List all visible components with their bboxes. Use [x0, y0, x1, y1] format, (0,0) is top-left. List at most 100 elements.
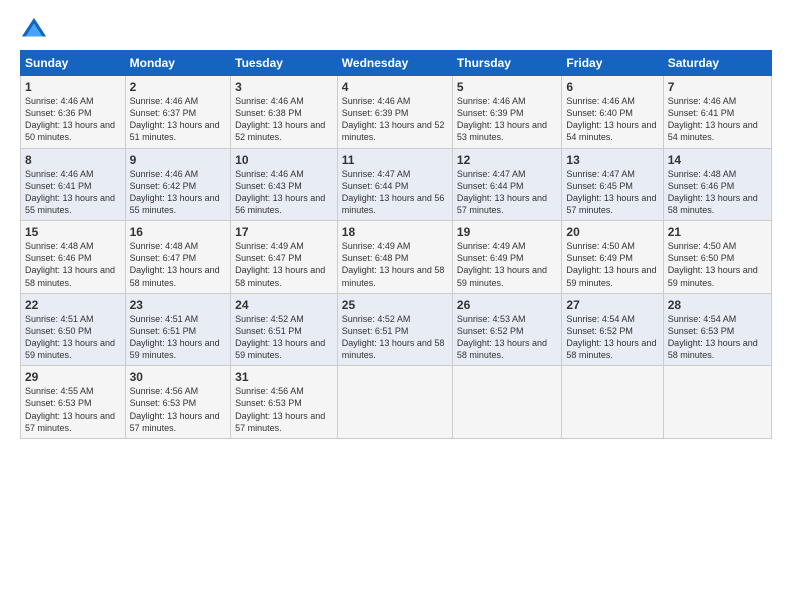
calendar-cell: 19Sunrise: 4:49 AM Sunset: 6:49 PM Dayli… [452, 221, 561, 294]
logo-icon [20, 16, 48, 44]
calendar-week-row: 29Sunrise: 4:55 AM Sunset: 6:53 PM Dayli… [21, 366, 772, 439]
day-detail: Sunrise: 4:53 AM Sunset: 6:52 PM Dayligh… [457, 313, 557, 362]
day-detail: Sunrise: 4:46 AM Sunset: 6:42 PM Dayligh… [130, 168, 227, 217]
calendar-cell [337, 366, 452, 439]
header-wednesday: Wednesday [337, 51, 452, 76]
calendar-cell: 3Sunrise: 4:46 AM Sunset: 6:38 PM Daylig… [231, 76, 338, 149]
header-saturday: Saturday [663, 51, 771, 76]
day-detail: Sunrise: 4:46 AM Sunset: 6:41 PM Dayligh… [25, 168, 121, 217]
calendar-cell: 22Sunrise: 4:51 AM Sunset: 6:50 PM Dayli… [21, 293, 126, 366]
day-detail: Sunrise: 4:46 AM Sunset: 6:36 PM Dayligh… [25, 95, 121, 144]
day-number: 17 [235, 225, 333, 239]
day-detail: Sunrise: 4:48 AM Sunset: 6:46 PM Dayligh… [668, 168, 767, 217]
header [20, 16, 772, 44]
page: SundayMondayTuesdayWednesdayThursdayFrid… [0, 0, 792, 612]
day-number: 27 [566, 298, 658, 312]
calendar-cell: 26Sunrise: 4:53 AM Sunset: 6:52 PM Dayli… [452, 293, 561, 366]
header-friday: Friday [562, 51, 663, 76]
day-detail: Sunrise: 4:46 AM Sunset: 6:37 PM Dayligh… [130, 95, 227, 144]
day-number: 5 [457, 80, 557, 94]
calendar-cell: 14Sunrise: 4:48 AM Sunset: 6:46 PM Dayli… [663, 148, 771, 221]
day-detail: Sunrise: 4:52 AM Sunset: 6:51 PM Dayligh… [342, 313, 448, 362]
day-number: 21 [668, 225, 767, 239]
header-monday: Monday [125, 51, 231, 76]
calendar-cell: 12Sunrise: 4:47 AM Sunset: 6:44 PM Dayli… [452, 148, 561, 221]
calendar-cell: 5Sunrise: 4:46 AM Sunset: 6:39 PM Daylig… [452, 76, 561, 149]
day-detail: Sunrise: 4:46 AM Sunset: 6:39 PM Dayligh… [457, 95, 557, 144]
calendar-cell: 30Sunrise: 4:56 AM Sunset: 6:53 PM Dayli… [125, 366, 231, 439]
calendar-cell: 17Sunrise: 4:49 AM Sunset: 6:47 PM Dayli… [231, 221, 338, 294]
day-number: 6 [566, 80, 658, 94]
day-detail: Sunrise: 4:46 AM Sunset: 6:40 PM Dayligh… [566, 95, 658, 144]
day-number: 25 [342, 298, 448, 312]
header-sunday: Sunday [21, 51, 126, 76]
day-number: 15 [25, 225, 121, 239]
calendar-cell: 20Sunrise: 4:50 AM Sunset: 6:49 PM Dayli… [562, 221, 663, 294]
day-number: 29 [25, 370, 121, 384]
day-detail: Sunrise: 4:47 AM Sunset: 6:44 PM Dayligh… [342, 168, 448, 217]
day-detail: Sunrise: 4:52 AM Sunset: 6:51 PM Dayligh… [235, 313, 333, 362]
day-number: 4 [342, 80, 448, 94]
calendar-table: SundayMondayTuesdayWednesdayThursdayFrid… [20, 50, 772, 439]
calendar-week-row: 22Sunrise: 4:51 AM Sunset: 6:50 PM Dayli… [21, 293, 772, 366]
day-detail: Sunrise: 4:46 AM Sunset: 6:39 PM Dayligh… [342, 95, 448, 144]
day-number: 8 [25, 153, 121, 167]
day-detail: Sunrise: 4:55 AM Sunset: 6:53 PM Dayligh… [25, 385, 121, 434]
calendar-cell: 24Sunrise: 4:52 AM Sunset: 6:51 PM Dayli… [231, 293, 338, 366]
day-number: 10 [235, 153, 333, 167]
calendar-week-row: 1Sunrise: 4:46 AM Sunset: 6:36 PM Daylig… [21, 76, 772, 149]
calendar-cell: 21Sunrise: 4:50 AM Sunset: 6:50 PM Dayli… [663, 221, 771, 294]
day-detail: Sunrise: 4:50 AM Sunset: 6:50 PM Dayligh… [668, 240, 767, 289]
calendar-cell [562, 366, 663, 439]
calendar-cell: 15Sunrise: 4:48 AM Sunset: 6:46 PM Dayli… [21, 221, 126, 294]
day-number: 9 [130, 153, 227, 167]
calendar-cell: 13Sunrise: 4:47 AM Sunset: 6:45 PM Dayli… [562, 148, 663, 221]
day-number: 31 [235, 370, 333, 384]
day-detail: Sunrise: 4:51 AM Sunset: 6:51 PM Dayligh… [130, 313, 227, 362]
day-number: 2 [130, 80, 227, 94]
day-detail: Sunrise: 4:50 AM Sunset: 6:49 PM Dayligh… [566, 240, 658, 289]
calendar-cell: 6Sunrise: 4:46 AM Sunset: 6:40 PM Daylig… [562, 76, 663, 149]
day-number: 18 [342, 225, 448, 239]
day-detail: Sunrise: 4:54 AM Sunset: 6:53 PM Dayligh… [668, 313, 767, 362]
day-detail: Sunrise: 4:46 AM Sunset: 6:43 PM Dayligh… [235, 168, 333, 217]
header-thursday: Thursday [452, 51, 561, 76]
day-number: 7 [668, 80, 767, 94]
day-detail: Sunrise: 4:47 AM Sunset: 6:45 PM Dayligh… [566, 168, 658, 217]
day-number: 13 [566, 153, 658, 167]
calendar-cell [452, 366, 561, 439]
day-detail: Sunrise: 4:47 AM Sunset: 6:44 PM Dayligh… [457, 168, 557, 217]
day-detail: Sunrise: 4:49 AM Sunset: 6:49 PM Dayligh… [457, 240, 557, 289]
day-number: 20 [566, 225, 658, 239]
day-number: 30 [130, 370, 227, 384]
calendar-cell: 29Sunrise: 4:55 AM Sunset: 6:53 PM Dayli… [21, 366, 126, 439]
day-number: 24 [235, 298, 333, 312]
day-detail: Sunrise: 4:46 AM Sunset: 6:41 PM Dayligh… [668, 95, 767, 144]
day-number: 22 [25, 298, 121, 312]
calendar-cell: 16Sunrise: 4:48 AM Sunset: 6:47 PM Dayli… [125, 221, 231, 294]
calendar-cell: 23Sunrise: 4:51 AM Sunset: 6:51 PM Dayli… [125, 293, 231, 366]
calendar-cell: 28Sunrise: 4:54 AM Sunset: 6:53 PM Dayli… [663, 293, 771, 366]
calendar-cell: 31Sunrise: 4:56 AM Sunset: 6:53 PM Dayli… [231, 366, 338, 439]
header-tuesday: Tuesday [231, 51, 338, 76]
calendar-week-row: 15Sunrise: 4:48 AM Sunset: 6:46 PM Dayli… [21, 221, 772, 294]
calendar-cell: 4Sunrise: 4:46 AM Sunset: 6:39 PM Daylig… [337, 76, 452, 149]
day-number: 16 [130, 225, 227, 239]
day-detail: Sunrise: 4:56 AM Sunset: 6:53 PM Dayligh… [235, 385, 333, 434]
day-detail: Sunrise: 4:49 AM Sunset: 6:47 PM Dayligh… [235, 240, 333, 289]
day-detail: Sunrise: 4:49 AM Sunset: 6:48 PM Dayligh… [342, 240, 448, 289]
day-number: 12 [457, 153, 557, 167]
calendar-cell: 27Sunrise: 4:54 AM Sunset: 6:52 PM Dayli… [562, 293, 663, 366]
calendar-cell: 1Sunrise: 4:46 AM Sunset: 6:36 PM Daylig… [21, 76, 126, 149]
logo [20, 16, 52, 44]
calendar-cell: 18Sunrise: 4:49 AM Sunset: 6:48 PM Dayli… [337, 221, 452, 294]
day-number: 19 [457, 225, 557, 239]
calendar-cell: 8Sunrise: 4:46 AM Sunset: 6:41 PM Daylig… [21, 148, 126, 221]
calendar-cell: 10Sunrise: 4:46 AM Sunset: 6:43 PM Dayli… [231, 148, 338, 221]
day-detail: Sunrise: 4:56 AM Sunset: 6:53 PM Dayligh… [130, 385, 227, 434]
day-detail: Sunrise: 4:46 AM Sunset: 6:38 PM Dayligh… [235, 95, 333, 144]
calendar-cell: 2Sunrise: 4:46 AM Sunset: 6:37 PM Daylig… [125, 76, 231, 149]
day-number: 3 [235, 80, 333, 94]
day-number: 23 [130, 298, 227, 312]
calendar-header-row: SundayMondayTuesdayWednesdayThursdayFrid… [21, 51, 772, 76]
